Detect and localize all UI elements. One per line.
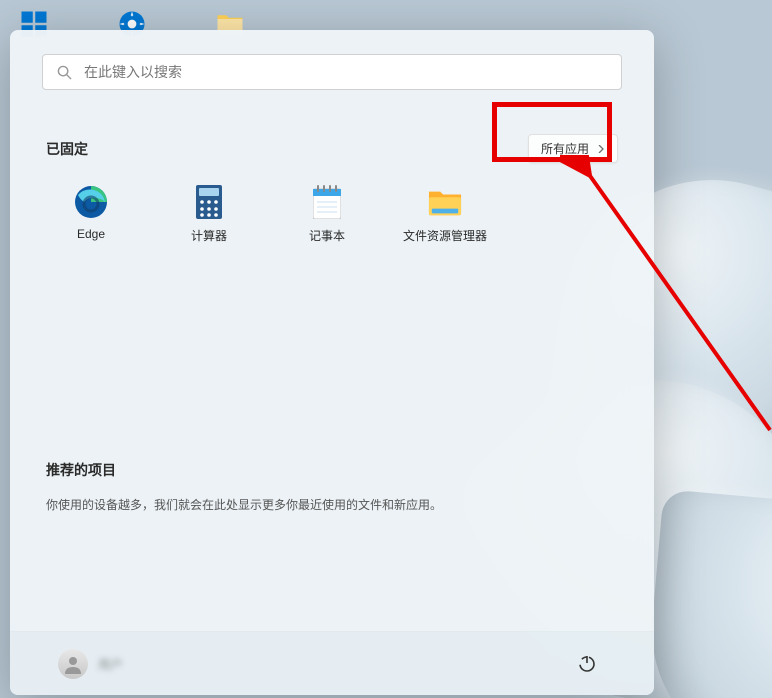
app-label: 计算器 <box>191 227 227 244</box>
pinned-app-edge[interactable]: Edge <box>46 181 136 248</box>
search-container <box>10 30 654 102</box>
pinned-app-notepad[interactable]: 记事本 <box>282 181 372 248</box>
power-button[interactable] <box>568 645 606 683</box>
app-label: 文件资源管理器 <box>403 227 487 244</box>
pinned-app-calculator[interactable]: 计算器 <box>164 181 254 248</box>
start-menu-footer: 用户 <box>10 631 654 695</box>
app-label: Edge <box>77 227 105 241</box>
search-icon <box>57 65 72 80</box>
pinned-header: 已固定 所有应用 <box>46 134 618 163</box>
notepad-icon <box>310 185 344 219</box>
user-account-button[interactable]: 用户 <box>58 649 123 679</box>
chevron-right-icon <box>597 145 605 153</box>
all-apps-button[interactable]: 所有应用 <box>528 134 618 163</box>
search-input[interactable] <box>84 64 607 80</box>
search-box[interactable] <box>42 54 622 90</box>
app-label: 记事本 <box>309 227 345 244</box>
power-icon <box>578 655 596 673</box>
pinned-title: 已固定 <box>46 139 88 159</box>
recommended-section: 推荐的项目 你使用的设备越多，我们就会在此处显示更多你最近使用的文件和新应用。 <box>10 448 654 513</box>
recommended-empty-text: 你使用的设备越多，我们就会在此处显示更多你最近使用的文件和新应用。 <box>46 496 618 513</box>
pinned-app-file-explorer[interactable]: 文件资源管理器 <box>400 181 490 248</box>
pinned-grid: Edge 计算器 记事本 文件资源管理器 <box>46 181 618 248</box>
recommended-title: 推荐的项目 <box>46 460 618 480</box>
user-name-label: 用户 <box>98 654 123 673</box>
user-avatar-icon <box>58 649 88 679</box>
edge-icon <box>74 185 108 219</box>
all-apps-label: 所有应用 <box>541 140 589 157</box>
file-explorer-icon <box>428 185 462 219</box>
calculator-icon <box>192 185 226 219</box>
pinned-section: 已固定 所有应用 Edge 计算器 <box>10 102 654 248</box>
start-menu: 已固定 所有应用 Edge 计算器 <box>10 30 654 695</box>
